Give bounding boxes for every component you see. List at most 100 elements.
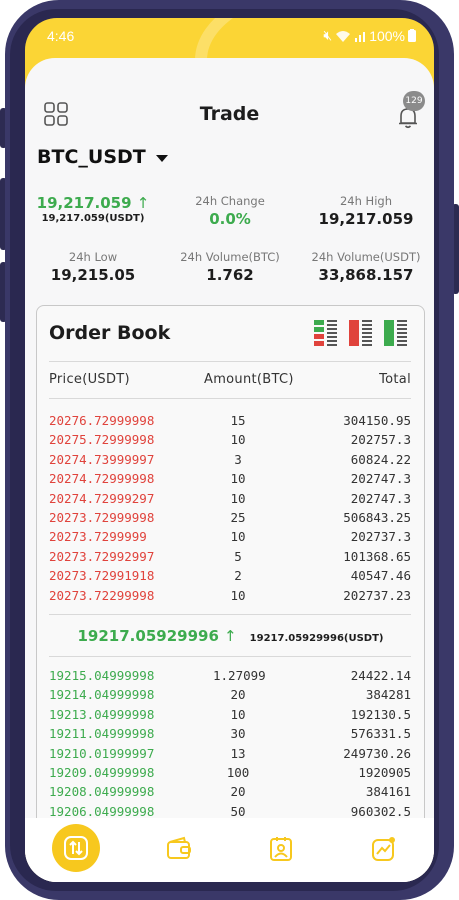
order-book-title: Order Book [49, 322, 171, 344]
last-price: 19,217.059 [36, 194, 132, 212]
row-price: 20276.72999998 [49, 413, 155, 428]
row-total: 384281 [365, 687, 411, 703]
view-asks-icon[interactable] [349, 320, 373, 346]
row-amount: 100 [226, 765, 250, 780]
row-total: 202747.3 [350, 490, 411, 506]
row-total: 506843.25 [343, 510, 411, 525]
low-stat: 24h Low 19,215.05 [25, 250, 161, 284]
wallet-icon[interactable] [166, 836, 192, 862]
row-price: 20273.72299998 [49, 587, 155, 603]
change-stat: 24h Change 0.0% [162, 194, 298, 228]
row-amount: 5 [234, 548, 242, 564]
battery-percent: 100% [369, 27, 405, 44]
bid-row[interactable]: 19209.04999998 100 1920905 [49, 765, 411, 784]
row-amount: 25 [230, 510, 246, 525]
row-amount: 3 [234, 451, 242, 467]
order-book: Order Book Price(USDT) Amount(BTC) Total… [36, 305, 425, 882]
divider [49, 361, 411, 362]
bid-row[interactable]: 19213.04999998 10 192130.5 [49, 707, 411, 726]
row-total: 576331.5 [350, 726, 411, 742]
row-amount: 1.27099 [213, 668, 266, 683]
row-total: 192130.5 [350, 706, 411, 722]
phone-screen: 4:46 🔇︎ 100% Trade 129 BTC_USDT 19,217.0… [25, 18, 434, 882]
low-label: 24h Low [68, 250, 118, 264]
high-label: 24h High [339, 194, 392, 208]
last-price-stat: 19,217.059 ↑ 19,217.059(USDT) [25, 194, 161, 224]
ask-row[interactable]: 20273.72299998 10 202737.23 [49, 588, 411, 607]
wifi-icon [336, 30, 351, 42]
row-price: 20273.7299999 [49, 529, 147, 545]
row-total: 202737.3 [350, 529, 411, 545]
row-price: 19211.04999998 [49, 726, 155, 742]
row-price: 20274.73999997 [49, 451, 155, 467]
volume-usdt-label: 24h Volume(USDT) [311, 250, 421, 264]
row-amount: 10 [230, 432, 246, 448]
change-label: 24h Change [195, 194, 265, 208]
row-total: 202747.3 [350, 471, 411, 487]
row-total: 202757.3 [350, 432, 411, 448]
ask-row[interactable]: 20273.72999998 25 506843.25 [49, 510, 411, 529]
row-total: 384161 [365, 784, 411, 800]
ask-row[interactable]: 20274.72999998 10 202747.3 [49, 471, 411, 490]
row-price: 20275.72999998 [49, 432, 155, 448]
row-price: 19215.04999998 [49, 668, 155, 683]
pair-selector[interactable]: BTC_USDT [37, 146, 168, 168]
high-value: 19,217.059 [318, 210, 414, 228]
row-amount: 20 [230, 784, 246, 800]
pair-label: BTC_USDT [37, 146, 146, 168]
status-bar: 4:46 🔇︎ 100% [25, 18, 434, 54]
page-title: Trade [199, 103, 260, 125]
ask-row[interactable]: 20273.72992997 5 101368.65 [49, 549, 411, 568]
bid-row[interactable]: 19215.04999998 1.27099 24422.14 [49, 668, 411, 687]
row-amount: 10 [230, 706, 246, 722]
row-price: 20273.72999998 [49, 510, 155, 525]
row-total: 304150.95 [343, 413, 411, 428]
row-amount: 50 [230, 803, 246, 819]
ask-row[interactable]: 20273.72991918 2 40547.46 [49, 568, 411, 587]
row-price: 20274.72999998 [49, 471, 155, 487]
status-time: 4:46 [47, 28, 75, 44]
row-price: 19208.04999998 [49, 784, 155, 800]
profile-icon[interactable] [268, 836, 294, 862]
row-price: 19213.04999998 [49, 706, 155, 722]
ask-row[interactable]: 20274.72999297 10 202747.3 [49, 491, 411, 510]
battery-icon [408, 29, 416, 42]
row-amount: 10 [230, 587, 246, 603]
bid-row[interactable]: 19208.04999998 20 384161 [49, 784, 411, 803]
low-value: 19,215.05 [50, 266, 136, 284]
row-price: 19210.01999997 [49, 745, 155, 761]
row-price: 20273.72991918 [49, 568, 155, 584]
row-price: 19214.04999998 [49, 687, 155, 703]
column-header-price: Price(USDT) [49, 372, 130, 387]
row-amount: 15 [230, 413, 246, 428]
divider [49, 656, 411, 657]
bid-row[interactable]: 19214.04999998 20 384281 [49, 687, 411, 706]
volume-btc-stat: 24h Volume(BTC) 1.762 [162, 250, 298, 284]
row-amount: 10 [230, 471, 246, 487]
arrow-up-icon: ↑ [136, 194, 150, 212]
bid-row[interactable]: 19210.01999997 13 249730.26 [49, 746, 411, 765]
row-amount: 10 [230, 490, 246, 506]
row-price: 19206.04999998 [49, 803, 155, 819]
last-price-usdt: 19,217.059(USDT) [41, 213, 145, 224]
view-both-icon[interactable] [314, 320, 338, 346]
divider [49, 614, 411, 615]
row-total: 202737.23 [343, 587, 411, 603]
row-amount: 13 [230, 745, 246, 761]
row-amount: 20 [230, 687, 246, 703]
trade-icon[interactable] [63, 835, 89, 861]
divider [49, 398, 411, 399]
change-value: 0.0% [209, 210, 251, 228]
bid-row[interactable]: 19211.04999998 30 576331.5 [49, 726, 411, 745]
view-bids-icon[interactable] [384, 320, 408, 346]
column-header-total: Total [379, 372, 411, 387]
notification-badge: 129 [403, 91, 425, 111]
ask-row[interactable]: 20276.72999998 15 304150.95 [49, 413, 411, 432]
ask-row[interactable]: 20274.73999997 3 60824.22 [49, 452, 411, 471]
row-price: 20273.72992997 [49, 548, 155, 564]
row-price: 19209.04999998 [49, 765, 155, 780]
ask-row[interactable]: 20275.72999998 10 202757.3 [49, 432, 411, 451]
ask-row[interactable]: 20273.7299999 10 202737.3 [49, 529, 411, 548]
signal-icon [355, 31, 366, 42]
chart-icon[interactable] [371, 836, 397, 862]
